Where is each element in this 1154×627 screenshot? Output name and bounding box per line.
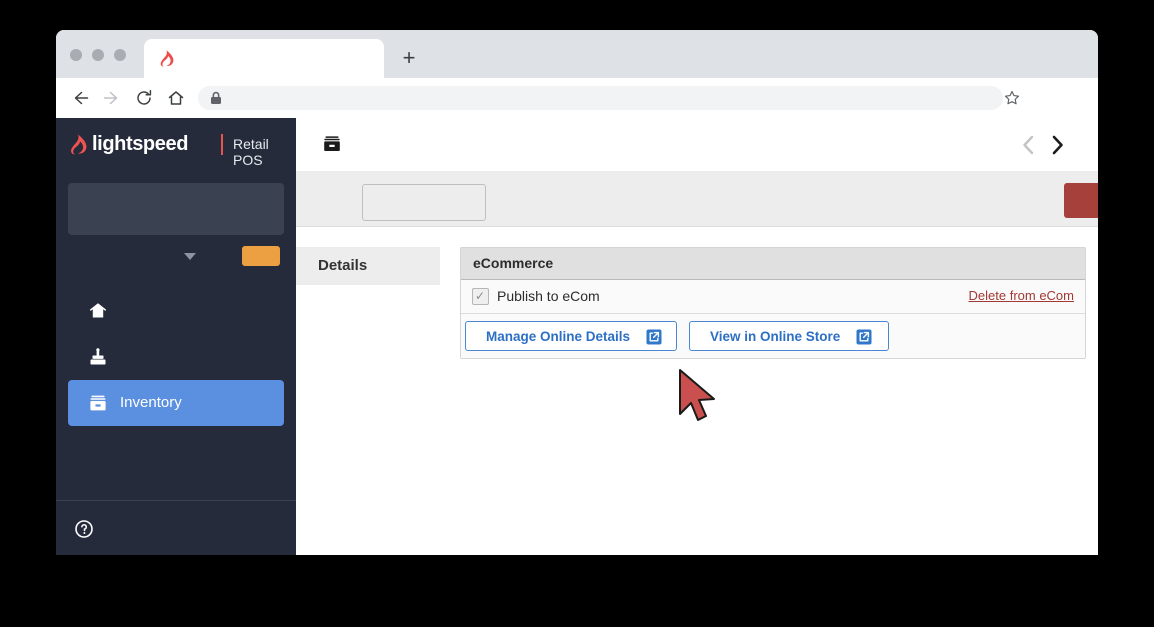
brand-separator	[221, 134, 223, 155]
toolbar-primary-button[interactable]	[1064, 183, 1098, 218]
sidebar-divider	[56, 500, 296, 501]
manage-online-details-label: Manage Online Details	[486, 329, 631, 344]
detail-subnav: Details	[296, 227, 441, 555]
external-link-icon	[646, 329, 662, 345]
delete-from-ecom-link[interactable]: Delete from eCom	[969, 288, 1074, 303]
app-top-bar	[296, 118, 1098, 172]
sidebar-item-home[interactable]	[68, 288, 284, 334]
maximize-window-button[interactable]	[114, 49, 126, 61]
inventory-drawer-icon	[322, 136, 342, 154]
browser-tab[interactable]	[144, 39, 384, 78]
view-in-online-store-button[interactable]: View in Online Store	[689, 321, 889, 351]
ecommerce-panel: eCommerce ✓ Publish to eCom Delete from …	[460, 247, 1086, 359]
sidebar-go-button[interactable]	[242, 246, 280, 266]
lock-icon	[210, 91, 222, 110]
sidebar-item-inventory[interactable]: Inventory	[68, 380, 284, 426]
new-tab-button[interactable]: +	[394, 43, 424, 73]
sidebar-search-input[interactable]	[68, 183, 284, 235]
filter-chevron-down-icon[interactable]	[184, 253, 196, 260]
reload-icon[interactable]	[134, 88, 154, 108]
brand-bar: lightspeed Retail POS	[56, 118, 339, 171]
content-area: eCommerce ✓ Publish to eCom Delete from …	[440, 227, 1098, 555]
help-icon[interactable]	[74, 519, 94, 539]
publish-to-ecom-row: ✓ Publish to eCom Delete from eCom	[461, 280, 1085, 314]
subnav-item-details[interactable]: Details	[296, 247, 440, 285]
brand-wordmark: lightspeed	[92, 133, 189, 155]
sidebar-item-register[interactable]	[68, 334, 284, 380]
publish-to-ecom-checkbox[interactable]: ✓	[472, 288, 489, 305]
sidebar-item-label: Inventory	[120, 394, 182, 411]
checkmark-icon: ✓	[475, 289, 486, 303]
screen: + lightspeed Retail POS Inventory Detail…	[0, 0, 1154, 627]
home-icon[interactable]	[166, 88, 186, 108]
lightspeed-flame-logo	[68, 133, 87, 156]
back-icon[interactable]	[70, 88, 90, 108]
sidebar: lightspeed Retail POS Inventory	[56, 118, 339, 555]
forward-icon	[102, 88, 122, 108]
publish-to-ecom-label: Publish to eCom	[497, 288, 600, 304]
browser-window: + lightspeed Retail POS Inventory Detail…	[56, 30, 1098, 555]
lightspeed-flame-favicon	[158, 50, 174, 67]
panel-title: eCommerce	[461, 248, 1085, 280]
next-record-button[interactable]	[1046, 133, 1068, 157]
brand-product-name: Retail POS	[233, 136, 269, 168]
application-frame: lightspeed Retail POS Inventory Details …	[56, 118, 1098, 555]
browser-nav-bar	[56, 78, 1098, 118]
home-icon	[88, 301, 108, 321]
toolbar-search-input[interactable]	[362, 184, 486, 221]
register-icon	[88, 347, 108, 367]
window-traffic-lights	[70, 49, 140, 61]
app-toolbar	[296, 171, 1098, 227]
star-icon[interactable]	[1003, 89, 1021, 112]
omnibox[interactable]	[198, 86, 1003, 110]
manage-online-details-button[interactable]: Manage Online Details	[465, 321, 677, 351]
close-window-button[interactable]	[70, 49, 82, 61]
inventory-drawer-icon	[88, 393, 108, 413]
previous-record-button	[1018, 133, 1040, 157]
view-in-online-store-label: View in Online Store	[710, 329, 841, 344]
minimize-window-button[interactable]	[92, 49, 104, 61]
sidebar-nav-list: Inventory	[56, 288, 296, 426]
panel-actions: Manage Online Details View in Online Sto…	[461, 314, 1085, 358]
external-link-icon	[856, 329, 872, 345]
browser-tab-strip: +	[56, 30, 1098, 78]
